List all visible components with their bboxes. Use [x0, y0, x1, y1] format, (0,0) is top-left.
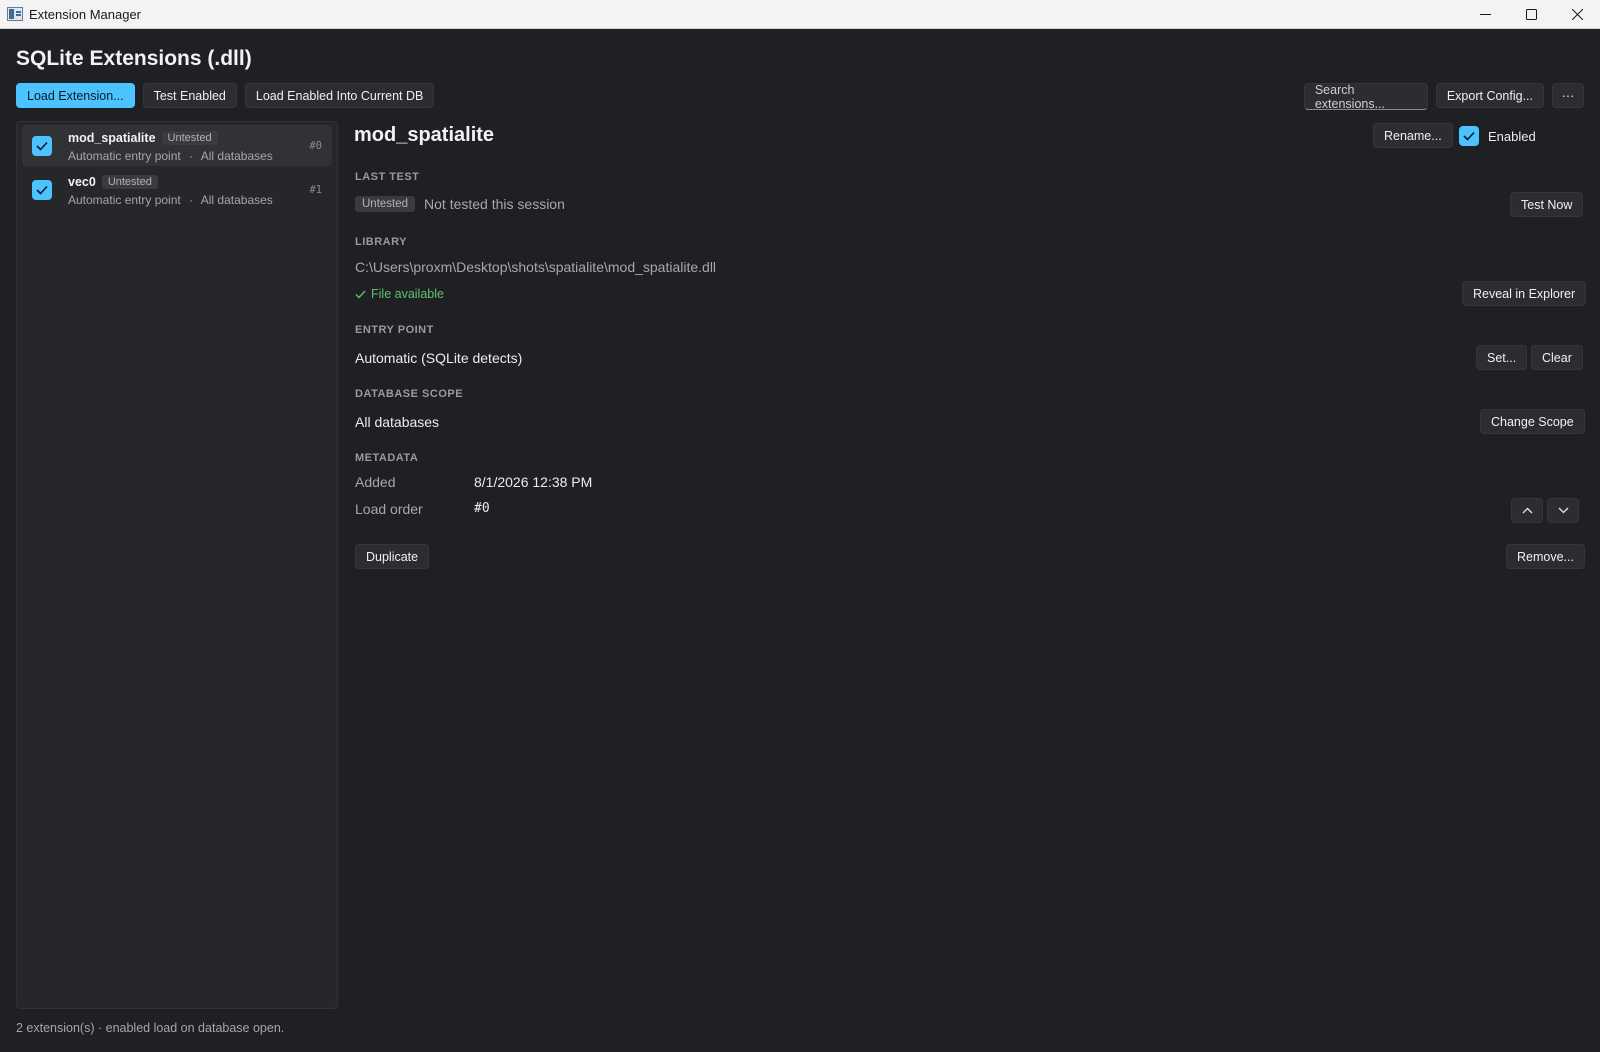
extension-list: mod_spatialite Untested Automatic entry p… — [16, 121, 338, 1009]
window-title: Extension Manager — [29, 6, 142, 22]
duplicate-button[interactable]: Duplicate — [355, 544, 430, 569]
set-entry-point-button[interactable]: Set... — [1476, 345, 1528, 370]
last-test-label: LAST TEST — [355, 171, 420, 183]
list-item-vec0[interactable]: vec0 Untested Automatic entry point · All… — [22, 169, 332, 210]
chevron-up-icon — [1522, 507, 1532, 514]
test-now-button[interactable]: Test Now — [1510, 192, 1584, 217]
test-enabled-button[interactable]: Test Enabled — [142, 83, 237, 108]
enabled-label: Enabled — [1488, 128, 1536, 144]
change-scope-button[interactable]: Change Scope — [1480, 409, 1585, 434]
added-key: Added — [355, 474, 396, 490]
separator: · — [189, 193, 194, 207]
more-options-button[interactable]: ··· — [1552, 83, 1584, 108]
file-status-text: File available — [371, 287, 444, 301]
app-icon — [7, 7, 23, 21]
title-bar: Extension Manager — [0, 0, 1600, 29]
extension-name-text: mod_spatialite — [68, 131, 156, 145]
load-order-value: #0 — [474, 501, 490, 516]
close-icon[interactable] — [1554, 0, 1600, 29]
move-up-button[interactable] — [1511, 498, 1543, 523]
extension-name-text: vec0 — [68, 175, 96, 189]
window-controls — [1462, 0, 1600, 29]
list-item-mod-spatialite[interactable]: mod_spatialite Untested Automatic entry p… — [22, 125, 332, 166]
detail-title: mod_spatialite — [354, 124, 495, 146]
search-input[interactable]: Search extensions... — [1303, 83, 1428, 111]
reveal-in-explorer-button[interactable]: Reveal in Explorer — [1462, 281, 1587, 306]
entry-point-text: Automatic entry point — [68, 149, 181, 163]
file-status: File available — [355, 287, 444, 301]
clear-entry-point-button[interactable]: Clear — [1531, 345, 1583, 370]
enabled-checkbox[interactable] — [32, 136, 52, 156]
more-icon: ··· — [1561, 88, 1575, 103]
library-path: C:\Users\proxm\Desktop\shots\spatialite\… — [355, 259, 717, 275]
extension-subtitle: Automatic entry point · All databases — [68, 193, 273, 207]
metadata-label: METADATA — [355, 452, 419, 464]
load-index: #0 — [309, 140, 322, 152]
last-test-row: Untested Not tested this session — [355, 196, 565, 212]
load-enabled-into-db-button[interactable]: Load Enabled Into Current DB — [244, 83, 435, 108]
minimize-icon[interactable] — [1462, 0, 1508, 29]
enabled-checkbox[interactable] — [1459, 126, 1479, 146]
scope-text: All databases — [200, 193, 273, 207]
toolbar-left: Load Extension... Test Enabled Load Enab… — [16, 83, 435, 108]
entry-point-value: Automatic (SQLite detects) — [355, 350, 523, 366]
entry-point-text: Automatic entry point — [68, 193, 181, 207]
load-order-key: Load order — [355, 501, 423, 517]
added-value: 8/1/2026 12:38 PM — [474, 474, 593, 490]
test-status-badge: Untested — [355, 196, 416, 212]
toolbar-right: Search extensions... Export Config... ··… — [1303, 83, 1584, 111]
enabled-checkbox[interactable] — [32, 180, 52, 200]
last-test-text: Not tested this session — [424, 196, 565, 212]
library-label: LIBRARY — [355, 236, 407, 248]
export-config-button[interactable]: Export Config... — [1435, 83, 1544, 108]
check-icon — [36, 185, 48, 195]
extension-name: mod_spatialite Untested — [68, 131, 218, 145]
chevron-down-icon — [1558, 507, 1568, 514]
entry-point-label: ENTRY POINT — [355, 324, 434, 336]
database-scope-value: All databases — [355, 414, 440, 430]
separator: · — [189, 149, 194, 163]
load-index: #1 — [309, 184, 322, 196]
status-badge: Untested — [161, 131, 218, 145]
maximize-icon[interactable] — [1508, 0, 1554, 29]
extension-subtitle: Automatic entry point · All databases — [68, 149, 273, 163]
page-title: SQLite Extensions (.dll) — [16, 47, 252, 70]
remove-button[interactable]: Remove... — [1506, 544, 1585, 569]
scope-text: All databases — [200, 149, 273, 163]
extension-name: vec0 Untested — [68, 175, 158, 189]
status-bar: 2 extension(s) · enabled load on databas… — [16, 1021, 285, 1035]
enabled-toggle[interactable]: Enabled — [1459, 126, 1536, 146]
status-badge: Untested — [101, 175, 158, 189]
move-down-button[interactable] — [1547, 498, 1579, 523]
check-icon — [36, 141, 48, 151]
check-icon — [1463, 131, 1475, 141]
rename-button[interactable]: Rename... — [1373, 123, 1453, 148]
check-icon — [355, 290, 366, 298]
database-scope-label: DATABASE SCOPE — [355, 388, 464, 400]
load-extension-button[interactable]: Load Extension... — [16, 83, 135, 108]
